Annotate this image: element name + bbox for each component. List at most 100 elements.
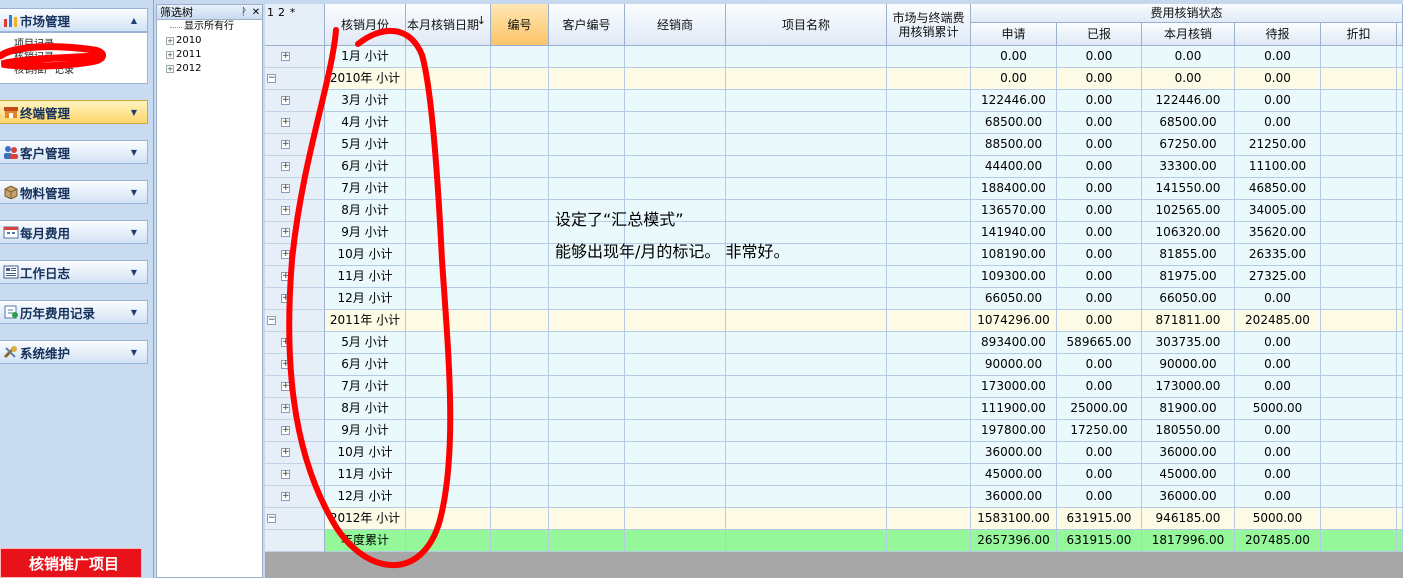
collapse-minus-icon[interactable]: − xyxy=(267,514,276,523)
chevron-down-icon[interactable]: ▼ xyxy=(127,268,141,277)
expand-plus-icon[interactable]: + xyxy=(281,228,290,237)
row-selector[interactable]: + xyxy=(265,464,325,486)
cell-empty[interactable] xyxy=(491,68,549,90)
nav-section-materials[interactable]: 物料管理 ▼ xyxy=(0,180,148,204)
cell-pending[interactable]: 21250.00 xyxy=(1235,134,1321,156)
cell-empty[interactable] xyxy=(726,156,887,178)
cell-empty[interactable] xyxy=(625,156,726,178)
cell-empty[interactable] xyxy=(625,420,726,442)
cell-apply[interactable]: 90000.00 xyxy=(971,354,1057,376)
cell-empty[interactable] xyxy=(887,354,971,376)
cell-month[interactable]: 9月 小计 xyxy=(325,420,406,442)
nav-section-market[interactable]: 市场管理 ▲ xyxy=(0,8,148,32)
cell-month[interactable]: 8月 小计 xyxy=(325,398,406,420)
cell-empty[interactable] xyxy=(549,90,625,112)
cell-empty[interactable] xyxy=(406,464,491,486)
cell-empty[interactable] xyxy=(549,266,625,288)
cell-empty[interactable] xyxy=(549,530,625,552)
cell-pending[interactable]: 35620.00 xyxy=(1235,222,1321,244)
cell-empty[interactable] xyxy=(625,200,726,222)
cell-verified[interactable]: 1817996.00 xyxy=(1142,530,1235,552)
col-header-client-code[interactable]: 客户编号 xyxy=(549,4,625,46)
cell-empty[interactable] xyxy=(887,178,971,200)
cell-month[interactable]: 8月 小计 xyxy=(325,200,406,222)
cell-empty[interactable] xyxy=(1321,310,1397,332)
cell-reported[interactable]: 0.00 xyxy=(1057,134,1142,156)
nav-section-system[interactable]: 系统维护 ▼ xyxy=(0,340,148,364)
col-header-dealer[interactable]: 经销商 xyxy=(625,4,726,46)
cell-month[interactable]: 10月 小计 xyxy=(325,442,406,464)
cell-empty[interactable] xyxy=(625,178,726,200)
cell-pending[interactable]: 0.00 xyxy=(1235,112,1321,134)
cell-empty[interactable] xyxy=(887,134,971,156)
row-selector[interactable]: + xyxy=(265,156,325,178)
cell-apply[interactable]: 197800.00 xyxy=(971,420,1057,442)
nav-section-work-log[interactable]: 工作日志 ▼ xyxy=(0,260,148,284)
cell-pending[interactable]: 26335.00 xyxy=(1235,244,1321,266)
cell-pending[interactable]: 0.00 xyxy=(1235,288,1321,310)
cell-empty[interactable] xyxy=(625,310,726,332)
cell-pending[interactable]: 0.00 xyxy=(1235,442,1321,464)
col-header-apply[interactable]: 申请 xyxy=(971,23,1057,46)
cell-empty[interactable] xyxy=(1397,508,1403,530)
cell-month[interactable]: 7月 小计 xyxy=(325,376,406,398)
sub-item-verification[interactable]: 核销记录 xyxy=(14,52,147,64)
cell-pending[interactable]: 0.00 xyxy=(1235,90,1321,112)
cell-apply[interactable]: 45000.00 xyxy=(971,464,1057,486)
cell-empty[interactable] xyxy=(549,508,625,530)
cell-reported[interactable]: 631915.00 xyxy=(1057,508,1142,530)
cell-empty[interactable] xyxy=(887,530,971,552)
expand-plus-icon[interactable]: + xyxy=(281,426,290,435)
cell-empty[interactable] xyxy=(1321,244,1397,266)
cell-empty[interactable] xyxy=(1321,508,1397,530)
cell-empty[interactable] xyxy=(1321,178,1397,200)
cell-empty[interactable] xyxy=(549,376,625,398)
cell-empty[interactable] xyxy=(491,464,549,486)
cell-empty[interactable] xyxy=(1397,178,1403,200)
cell-verified[interactable]: 81900.00 xyxy=(1142,398,1235,420)
cell-pending[interactable]: 0.00 xyxy=(1235,376,1321,398)
cell-reported[interactable]: 0.00 xyxy=(1057,376,1142,398)
cell-apply[interactable]: 68500.00 xyxy=(971,112,1057,134)
cell-empty[interactable] xyxy=(887,420,971,442)
cell-empty[interactable] xyxy=(491,442,549,464)
tree-node-2012[interactable]: +2012 xyxy=(157,62,262,76)
cell-empty[interactable] xyxy=(406,266,491,288)
tree-node-2011[interactable]: +2011 xyxy=(157,48,262,62)
cell-verified[interactable]: 180550.00 xyxy=(1142,420,1235,442)
cell-empty[interactable] xyxy=(406,288,491,310)
cell-apply[interactable]: 136570.00 xyxy=(971,200,1057,222)
cell-empty[interactable] xyxy=(625,530,726,552)
table-row[interactable]: +9月 小计 141940.00 0.00 106320.00 35620.00 xyxy=(265,222,1403,244)
cell-empty[interactable] xyxy=(887,332,971,354)
cell-empty[interactable] xyxy=(1321,354,1397,376)
table-row[interactable]: +12月 小计 36000.00 0.00 36000.00 0.00 xyxy=(265,486,1403,508)
col-header-reported[interactable]: 已报 xyxy=(1057,23,1142,46)
sub-item-projects[interactable]: 项目记录 xyxy=(14,39,147,51)
cell-verified[interactable]: 81975.00 xyxy=(1142,266,1235,288)
cell-month[interactable]: 2012年 小计 xyxy=(325,508,406,530)
cell-verified[interactable]: 871811.00 xyxy=(1142,310,1235,332)
cell-verified[interactable]: 946185.00 xyxy=(1142,508,1235,530)
cell-verified[interactable]: 33300.00 xyxy=(1142,156,1235,178)
cell-empty[interactable] xyxy=(726,486,887,508)
cell-empty[interactable] xyxy=(1397,46,1403,68)
table-row[interactable]: +10月 小计 108190.00 0.00 81855.00 26335.00 xyxy=(265,244,1403,266)
cell-empty[interactable] xyxy=(726,68,887,90)
cell-verified[interactable]: 0.00 xyxy=(1142,46,1235,68)
row-selector[interactable]: + xyxy=(265,222,325,244)
cell-apply[interactable]: 66050.00 xyxy=(971,288,1057,310)
cell-verified[interactable]: 36000.00 xyxy=(1142,442,1235,464)
expand-plus-icon[interactable]: + xyxy=(281,250,290,259)
cell-reported[interactable]: 0.00 xyxy=(1057,266,1142,288)
cell-empty[interactable] xyxy=(887,90,971,112)
chevron-down-icon[interactable]: ▼ xyxy=(127,308,141,317)
cell-reported[interactable]: 0.00 xyxy=(1057,464,1142,486)
cell-empty[interactable] xyxy=(1321,200,1397,222)
chevron-up-icon[interactable]: ▲ xyxy=(127,16,141,25)
cell-empty[interactable] xyxy=(625,354,726,376)
cell-reported[interactable]: 0.00 xyxy=(1057,486,1142,508)
cell-pending[interactable]: 0.00 xyxy=(1235,486,1321,508)
cell-empty[interactable] xyxy=(726,288,887,310)
expand-plus-icon[interactable]: + xyxy=(281,140,290,149)
